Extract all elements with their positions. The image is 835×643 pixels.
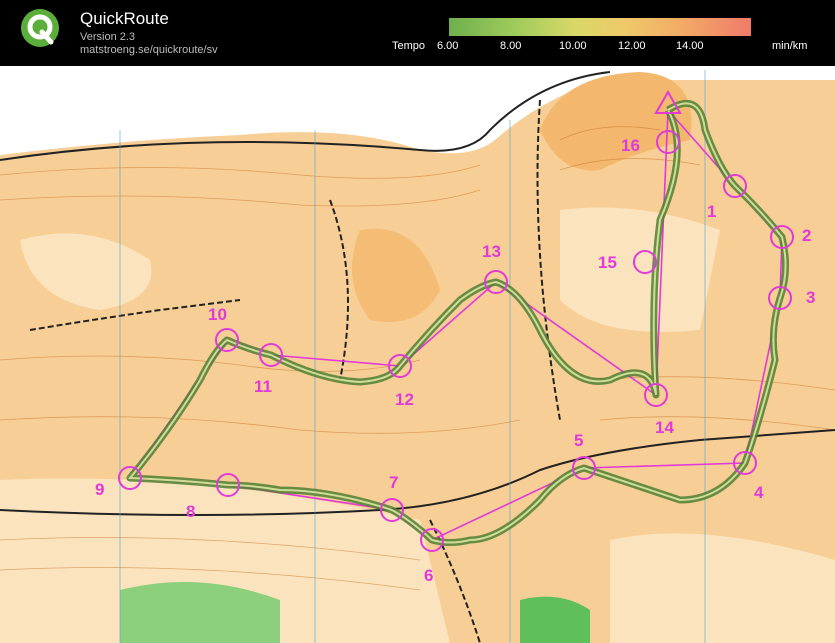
control-number-2: 2 (802, 226, 811, 245)
control-number-5: 5 (574, 431, 583, 450)
tempo-tick: 14.00 (676, 40, 704, 52)
quickroute-window: QuickRoute Version 2.3 matstroeng.se/qui… (0, 0, 835, 643)
header-bar: QuickRoute Version 2.3 matstroeng.se/qui… (0, 0, 835, 66)
control-number-4: 4 (754, 483, 764, 502)
control-number-9: 9 (95, 480, 104, 499)
tempo-tick: 12.00 (618, 40, 646, 52)
tempo-tick: 6.00 (437, 40, 459, 52)
control-number-3: 3 (806, 288, 815, 307)
control-number-8: 8 (186, 502, 195, 521)
app-version: Version 2.3 (80, 31, 136, 43)
tempo-unit: min/km (772, 40, 808, 52)
control-number-10: 10 (208, 305, 227, 324)
quickroute-logo-icon (21, 9, 59, 47)
control-number-11: 11 (254, 377, 272, 396)
control-number-16: 16 (621, 136, 640, 155)
control-number-14: 14 (655, 418, 674, 437)
control-number-12: 12 (395, 390, 414, 409)
control-number-15: 15 (598, 253, 617, 272)
control-number-13: 13 (482, 242, 501, 261)
control-number-7: 7 (389, 473, 398, 492)
tempo-color-scale (449, 18, 751, 36)
control-number-1: 1 (707, 202, 716, 221)
control-number-6: 6 (424, 566, 433, 585)
app-url: matstroeng.se/quickroute/sv (80, 44, 218, 56)
tempo-tick: 10.00 (559, 40, 587, 52)
orienteering-map[interactable]: 1 2 3 4 5 6 7 8 9 10 11 12 13 14 15 16 (0, 66, 835, 643)
tempo-label: Tempo (392, 40, 426, 52)
tempo-tick: 8.00 (500, 40, 522, 52)
app-name: QuickRoute (80, 9, 169, 28)
